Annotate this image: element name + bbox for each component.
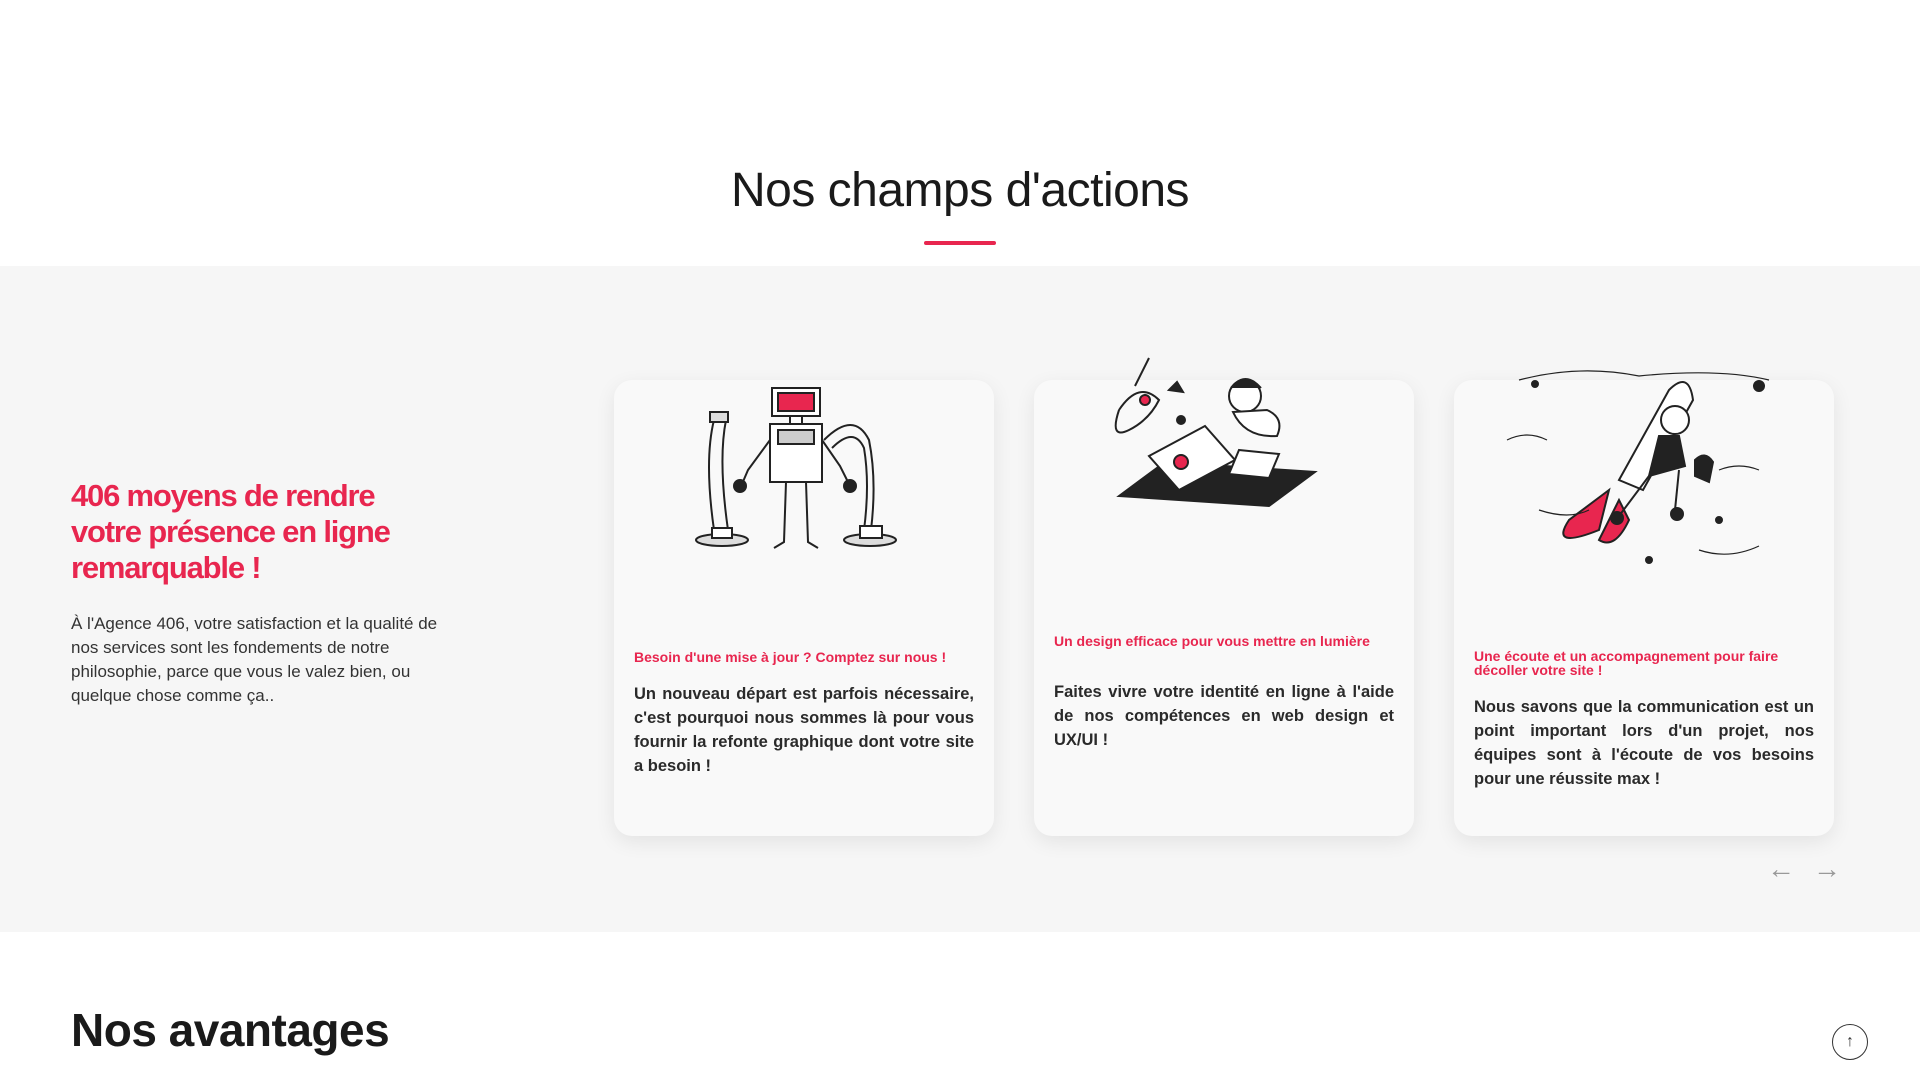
intro-block: 406 moyens de rendre votre présence en l…: [71, 478, 451, 708]
action-card-design[interactable]: Un design efficace pour vous mettre en l…: [1034, 357, 1414, 836]
title-underline: [924, 241, 996, 245]
card-text: Faites vivre votre identité en ligne à l…: [1054, 683, 1394, 749]
action-card-support[interactable]: Une écoute et un accompagnement pour fai…: [1454, 370, 1834, 836]
rocket-illustration: [1506, 370, 1770, 564]
scroll-top-arrow-icon[interactable]: ↑: [1832, 1024, 1868, 1060]
action-card-redesign[interactable]: Besoin d'une mise à jour ? Comptez sur n…: [614, 380, 994, 836]
robot-illustration: [695, 387, 897, 549]
designer-laptop-illustration: [1114, 357, 1318, 508]
carousel-prev-arrow-icon[interactable]: ←: [1764, 855, 1798, 883]
card-title: Une écoute et un accompagnement pour fai…: [1474, 648, 1779, 678]
card-title: Un design efficace pour vous mettre en l…: [1054, 633, 1370, 649]
intro-text: À l'Agence 406, votre satisfaction et la…: [71, 614, 438, 705]
intro-heading: 406 moyens de rendre votre présence en l…: [71, 478, 391, 585]
carousel-next-arrow-icon[interactable]: →: [1810, 855, 1844, 883]
card-title: Besoin d'une mise à jour ? Comptez sur n…: [634, 649, 947, 665]
advantages-title: Nos avantages: [71, 1004, 390, 1056]
section-title: Nos champs d'actions: [730, 164, 1190, 217]
card-text: Un nouveau départ est parfois nécessaire…: [634, 685, 974, 775]
card-text: Nous savons que la communication est un …: [1474, 698, 1814, 788]
